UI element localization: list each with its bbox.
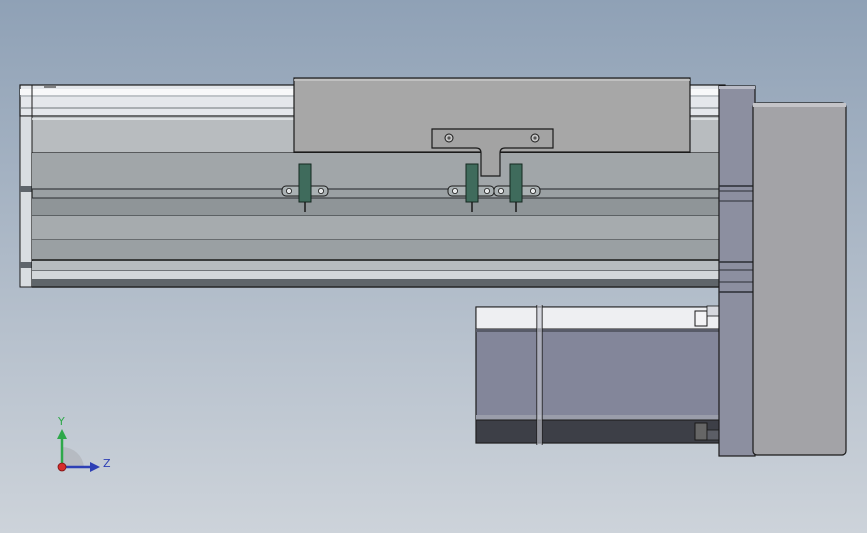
actuator-model[interactable] <box>0 0 867 533</box>
motor-flange <box>752 102 847 456</box>
z-axis-label: Z <box>103 457 111 470</box>
y-axis-label: Y <box>58 415 65 428</box>
axis-triad <box>57 429 100 472</box>
servo-motor[interactable] <box>475 305 722 445</box>
end-plate <box>718 85 756 457</box>
cad-viewport[interactable]: Y Z <box>0 0 867 533</box>
